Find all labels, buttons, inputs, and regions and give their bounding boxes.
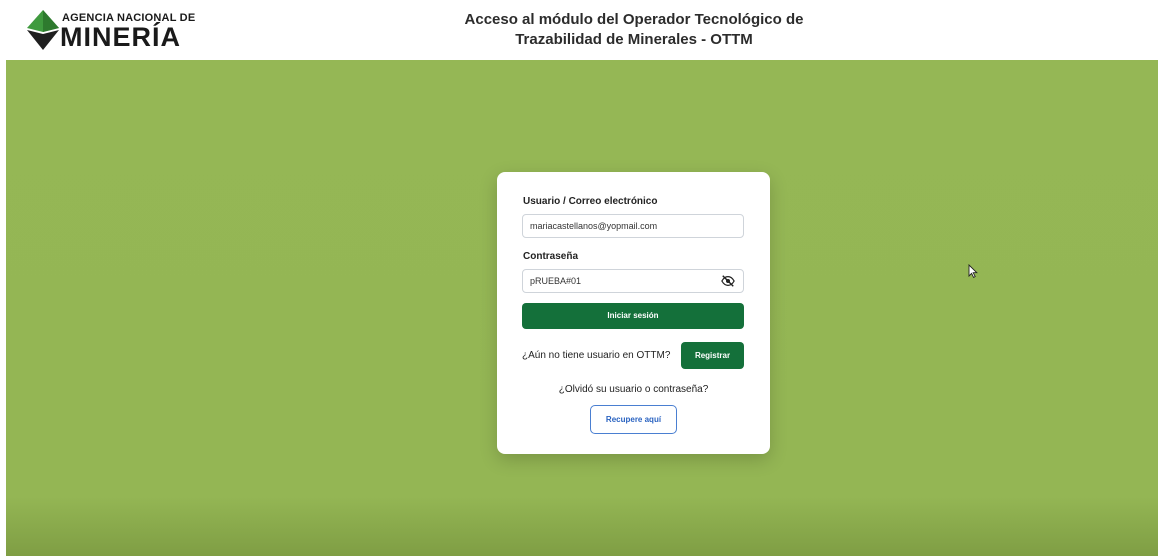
login-button[interactable]: Iniciar sesión [522, 303, 744, 329]
user-email-input[interactable]: mariacastellanos@yopmail.com [522, 214, 744, 238]
login-card: Usuario / Correo electrónico mariacastel… [497, 172, 770, 454]
page-title: Acceso al módulo del Operador Tecnológic… [380, 10, 888, 50]
page-title-line1: Acceso al módulo del Operador Tecnológic… [464, 11, 804, 28]
password-label: Contraseña [523, 251, 579, 262]
logo-main-text: MINERÍA [60, 22, 181, 52]
password-input[interactable]: pRUEBA#01 [522, 269, 744, 293]
recover-button[interactable]: Recupere aquí [590, 405, 677, 434]
user-email-value: mariacastellanos@yopmail.com [530, 221, 658, 231]
page-header: AGENCIA NACIONAL DE MINERÍA Acceso al mó… [0, 0, 1158, 60]
user-label: Usuario / Correo electrónico [523, 196, 658, 207]
eye-slash-icon[interactable] [721, 274, 735, 288]
logo-diamond-icon [27, 10, 59, 50]
password-value: pRUEBA#01 [530, 276, 582, 286]
forgot-credentials-text: ¿Olvidó su usuario o contraseña? [558, 384, 709, 395]
register-button[interactable]: Registrar [681, 342, 744, 369]
register-prompt: ¿Aún no tiene usuario en OTTM? [522, 350, 671, 361]
page-title-line2: Trazabilidad de Minerales - OTTM [515, 31, 753, 48]
mouse-cursor-icon [968, 264, 978, 278]
anm-logo[interactable]: AGENCIA NACIONAL DE MINERÍA [26, 8, 206, 52]
